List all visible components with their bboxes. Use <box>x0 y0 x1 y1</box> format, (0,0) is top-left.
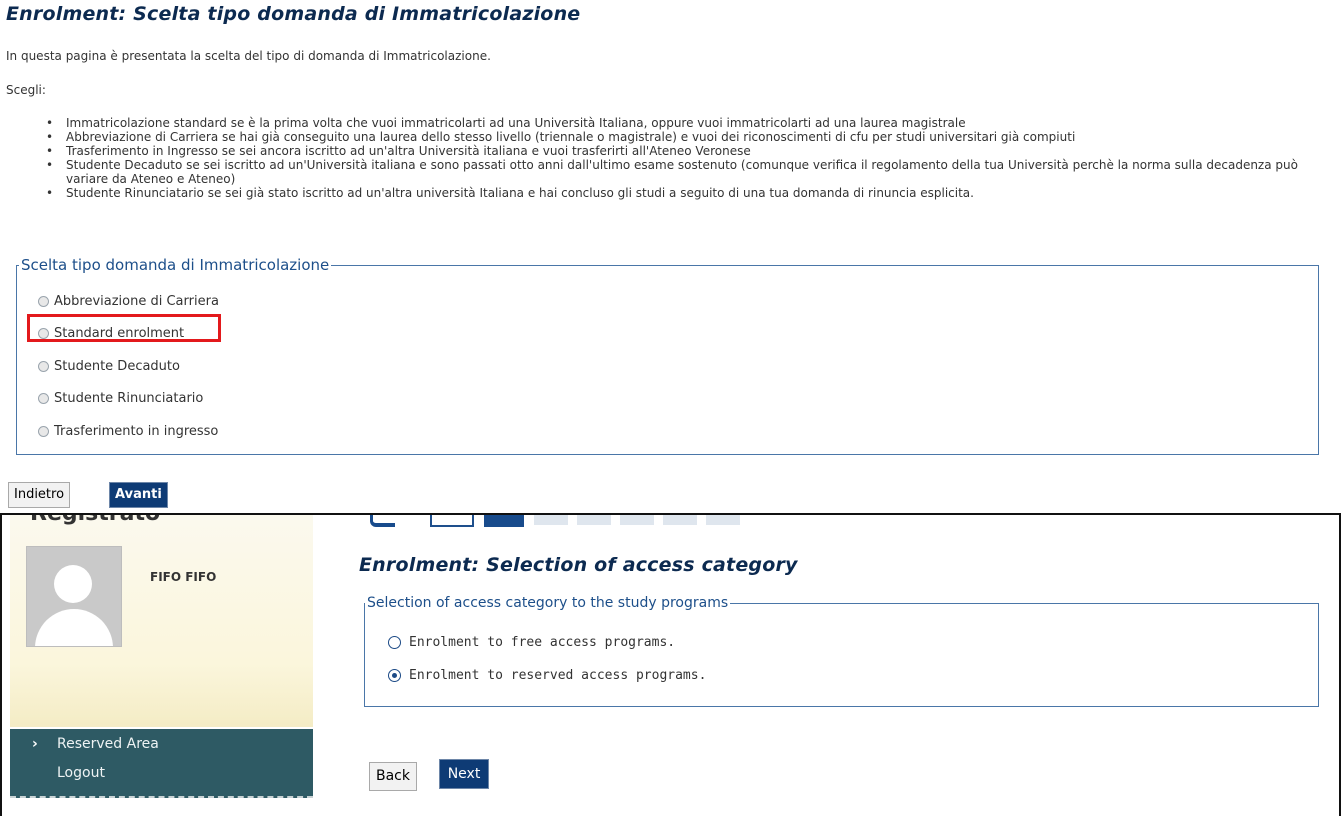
option-free-access[interactable]: Enrolment to free access programs. <box>388 635 675 650</box>
avatar-body-shape <box>35 609 113 646</box>
pager-page-4[interactable]: 4 <box>620 515 654 525</box>
radio-button[interactable] <box>388 636 401 649</box>
access-category-fieldset: Selection of access category to the stud… <box>364 595 1319 707</box>
page-title-en: Enrolment: Selection of access category <box>359 554 798 576</box>
highlight-annotation-box <box>27 314 221 342</box>
instruction-item: Abbreviazione di Carriera se hai già con… <box>46 130 1316 144</box>
back-button-en[interactable]: Back <box>369 762 417 791</box>
bottom-screenshot-panel: Registrato FIFO FIFO › Reserved Area Log… <box>0 513 1341 816</box>
pager-first[interactable]: « <box>430 515 474 527</box>
avatar-head-shape <box>54 565 92 603</box>
option-label: Trasferimento in ingresso <box>54 424 219 439</box>
fieldset-legend: Scelta tipo domanda di Immatricolazione <box>21 256 330 274</box>
option-reserved-access[interactable]: Enrolment to reserved access programs. <box>388 668 706 683</box>
option-label: Enrolment to reserved access programs. <box>409 668 707 683</box>
option-label: Enrolment to free access programs. <box>409 635 676 650</box>
pager-next[interactable]: >> <box>706 515 740 525</box>
option-label: Studente Decaduto <box>54 359 180 374</box>
radio-button[interactable] <box>38 426 49 437</box>
option-studente-decaduto[interactable]: Studente Decaduto <box>38 359 180 374</box>
top-screenshot-panel: Enrolment: Scelta tipo domanda di Immatr… <box>0 0 1341 513</box>
radio-button-selected[interactable] <box>388 669 401 682</box>
next-button[interactable]: Avanti <box>109 482 168 508</box>
option-label: Studente Rinunciatario <box>54 391 204 406</box>
option-studente-rinunciatario[interactable]: Studente Rinunciatario <box>38 391 203 406</box>
radio-button[interactable] <box>38 361 49 372</box>
next-button-en[interactable]: Next <box>439 759 489 789</box>
sidebar-nav: › Reserved Area Logout <box>10 729 313 798</box>
sidebar-item-reserved-area[interactable]: Reserved Area <box>57 736 159 752</box>
pager-page-1[interactable] <box>484 515 524 527</box>
instruction-item: Immatricolazione standard se è la prima … <box>46 116 1316 130</box>
username: FIFO FIFO <box>150 570 217 584</box>
sidebar-item-logout[interactable]: Logout <box>57 765 105 781</box>
instruction-item: Trasferimento in Ingresso se sei ancora … <box>46 144 1316 158</box>
back-button[interactable]: Indietro <box>8 482 71 508</box>
pager-page-2[interactable]: 2 <box>534 515 568 525</box>
option-abbreviazione[interactable]: Abbreviazione di Carriera <box>38 294 219 309</box>
instructions-list: Immatricolazione standard se è la prima … <box>46 116 1316 200</box>
choose-label: Scegli: <box>6 83 46 97</box>
avatar <box>26 546 122 647</box>
option-trasferimento[interactable]: Trasferimento in ingresso <box>38 424 218 439</box>
page-title: Enrolment: Scelta tipo domanda di Immatr… <box>6 3 581 25</box>
intro-text: In questa pagina è presentata la scelta … <box>6 49 491 63</box>
radio-button[interactable] <box>38 296 49 307</box>
option-label: Abbreviazione di Carriera <box>54 294 219 309</box>
radio-button[interactable] <box>38 393 49 404</box>
instruction-item: Studente Rinunciatario se sei già stato … <box>46 186 1316 200</box>
chevron-right-icon: › <box>32 736 38 752</box>
sidebar-heading: Registrato <box>30 513 161 526</box>
instruction-item: Studente Decaduto se sei iscritto ad un'… <box>46 158 1316 186</box>
pager-page-3[interactable]: 3 <box>577 515 611 525</box>
document-icon <box>370 515 395 527</box>
sidebar-user-box: Registrato FIFO FIFO <box>10 515 313 727</box>
fieldset-legend-en: Selection of access category to the stud… <box>367 595 729 611</box>
pager-ellipsis[interactable]: ... <box>663 515 697 525</box>
